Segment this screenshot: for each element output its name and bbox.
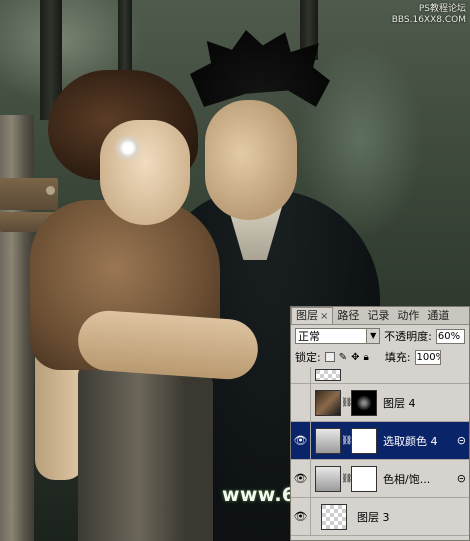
tab-channels[interactable]: 通道 — [423, 308, 453, 324]
watermark-top: PS教程论坛 BBS.16XX8.COM — [392, 4, 466, 26]
layer-row[interactable]: ⛓ 图层 4 — [291, 384, 469, 422]
lock-label: 锁定: — [295, 351, 321, 364]
tab-history[interactable]: 记录 — [363, 308, 393, 324]
link-icon: ⊝ — [456, 472, 466, 485]
opacity-input[interactable]: 60% — [435, 328, 465, 344]
layer-row[interactable]: 👁︎ ⛓ 选取颜色 4 ⊝ — [291, 422, 469, 460]
visibility-toggle[interactable] — [291, 384, 311, 421]
fill-input[interactable]: 100% — [414, 349, 441, 365]
woman-face — [100, 120, 190, 225]
layer-row[interactable] — [291, 367, 469, 384]
close-icon[interactable]: × — [320, 311, 328, 322]
layer-name: 选取颜色 4 — [383, 434, 438, 448]
layer-row[interactable]: 👁︎ 图层 3 — [291, 498, 469, 536]
adjustment-layer-icon — [315, 427, 341, 454]
tab-paths-label: 路径 — [337, 309, 360, 322]
lock-transparency-icon[interactable] — [324, 352, 335, 362]
layer-thumbnail — [321, 503, 347, 530]
lock-position-icon[interactable]: ✥ — [351, 352, 359, 363]
visibility-toggle[interactable]: 👁︎ — [291, 498, 311, 535]
watermark-top-line1: PS教程论坛 — [418, 4, 466, 14]
eye-icon: 👁︎ — [293, 510, 308, 523]
eye-icon: 👁︎ — [293, 434, 308, 447]
tab-paths[interactable]: 路径 — [333, 308, 363, 324]
layer-mask-thumbnail — [351, 389, 377, 416]
layer-thumbnail — [315, 389, 341, 416]
tab-history-label: 记录 — [367, 309, 390, 322]
blend-mode-value: 正常 — [298, 330, 320, 343]
chain-link-icon: ⛓ — [341, 473, 353, 484]
woman-dress — [78, 365, 213, 541]
visibility-toggle[interactable]: 👁︎ — [291, 460, 311, 497]
layer-mask-thumbnail — [351, 465, 377, 492]
link-icon: ⊝ — [456, 434, 466, 447]
fill-label: 填充: — [384, 351, 411, 364]
watermark-top-line2: BBS.16XX8.COM — [391, 15, 466, 25]
eye-icon: 👁︎ — [293, 472, 308, 485]
layers-list: ⛓ 图层 4 👁︎ ⛓ 选取颜色 4 ⊝ 👁︎ ⛓ 色相/饱... ⊝ 👁︎ 图… — [291, 367, 469, 540]
blend-opacity-row: 正常 ▼ 不透明度: 60% — [291, 325, 469, 347]
layer-name: 色相/饱... — [383, 472, 431, 486]
tab-actions[interactable]: 动作 — [393, 308, 423, 324]
layer-name: 图层 3 — [357, 510, 390, 524]
layer-row[interactable]: 👁︎ ⛓ 色相/饱... ⊝ — [291, 460, 469, 498]
tab-actions-label: 动作 — [397, 309, 420, 322]
adjustment-layer-icon — [315, 465, 341, 492]
tab-channels-label: 通道 — [427, 309, 450, 322]
panel-tabs: 图层 × 路径 记录 动作 通道 — [291, 307, 469, 325]
layer-thumbnail — [315, 369, 341, 381]
blend-mode-select[interactable]: 正常 ▼ — [295, 328, 381, 344]
tab-layers[interactable]: 图层 × — [291, 307, 334, 324]
chain-link-icon: ⛓ — [341, 397, 353, 408]
chevron-down-icon[interactable]: ▼ — [366, 329, 380, 343]
man-face — [205, 100, 297, 220]
lock-fill-row: 锁定: ✎ ✥ 🔒︎ 填充: 100% — [291, 347, 469, 368]
hair-flower-ornament — [114, 134, 142, 162]
tab-layers-label: 图层 — [296, 309, 318, 322]
visibility-toggle[interactable]: 👁︎ — [291, 422, 311, 459]
lock-all-icon[interactable]: 🔒︎ — [364, 352, 369, 363]
layers-panel: 图层 × 路径 记录 动作 通道 正常 ▼ 不透明度: 60% 锁定: ✎ ✥ 🔒… — [290, 306, 470, 541]
layer-mask-thumbnail — [351, 427, 377, 454]
chain-link-icon: ⛓ — [341, 435, 353, 446]
lock-pixels-icon[interactable]: ✎ — [339, 352, 347, 363]
woman-forearm — [76, 308, 260, 382]
opacity-label: 不透明度: — [384, 330, 432, 343]
layer-name: 图层 4 — [383, 396, 416, 410]
visibility-toggle[interactable] — [291, 367, 311, 383]
hinge-bolt — [46, 186, 55, 195]
